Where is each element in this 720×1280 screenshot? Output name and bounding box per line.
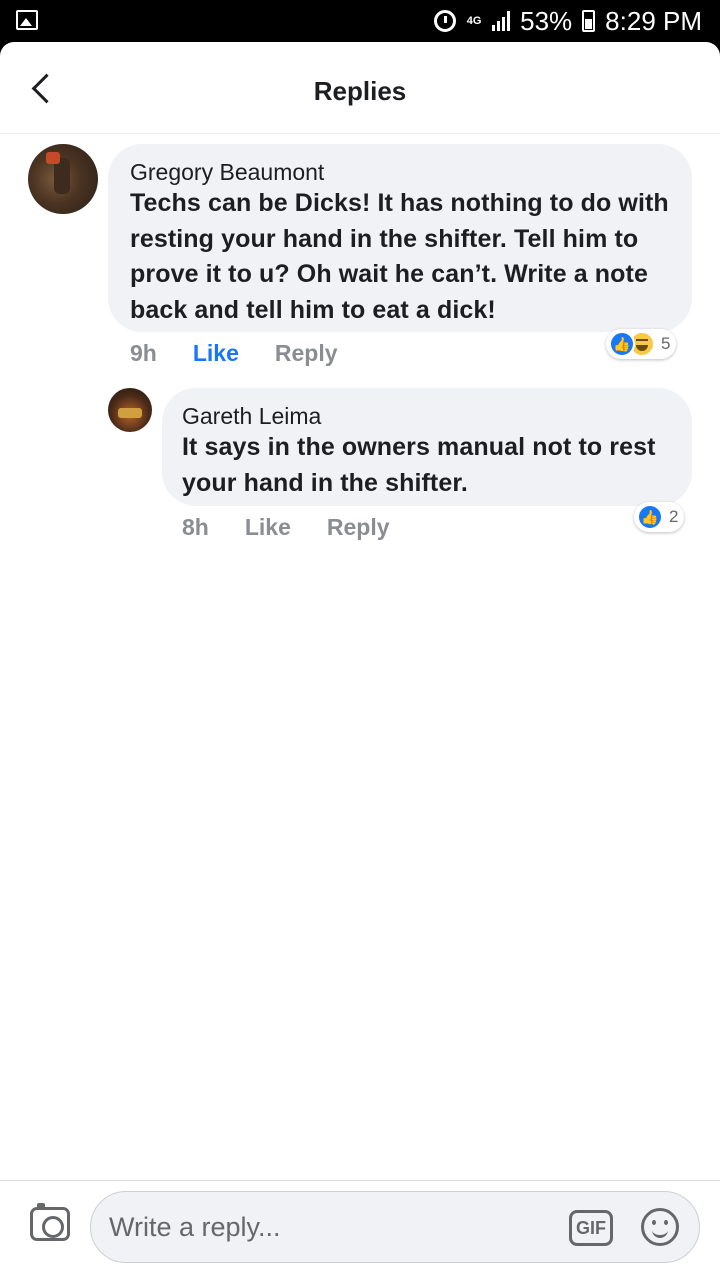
like-button[interactable]: Like (193, 340, 239, 367)
gif-button[interactable]: GIF (569, 1210, 613, 1246)
network-type: 4G (466, 15, 482, 27)
reply-button[interactable]: Reply (275, 340, 338, 367)
comment-time: 8h (182, 514, 209, 540)
like-icon: 👍 (637, 504, 663, 530)
header: Replies (0, 42, 720, 134)
like-button[interactable]: Like (245, 514, 291, 541)
gallery-notification-icon (16, 10, 38, 30)
reaction-count: 2 (669, 507, 679, 526)
reply-input[interactable] (109, 1192, 559, 1262)
like-icon: 👍 (609, 331, 635, 357)
reply-button[interactable]: Reply (327, 514, 390, 541)
reply-composer: GIF (0, 1180, 720, 1280)
comment-bubble: Gregory Beaumont Techs can be Dicks! It … (108, 144, 692, 332)
comment-time: 9h (130, 340, 157, 366)
clock: 8:29 PM (605, 5, 702, 36)
camera-icon[interactable] (30, 1203, 70, 1241)
emoji-icon[interactable] (641, 1208, 679, 1246)
reaction-count: 5 (661, 334, 671, 353)
battery-icon (582, 10, 596, 32)
avatar[interactable] (28, 144, 98, 214)
comment-actions: 9h Like Reply (130, 340, 338, 367)
page-title: Replies (313, 76, 407, 106)
avatar[interactable] (108, 388, 152, 432)
comment-text: Techs can be Dicks! It has nothing to do… (130, 189, 669, 324)
comment-author[interactable]: Gregory Beaumont (130, 158, 670, 186)
battery-percent: 53% (520, 5, 573, 36)
comment-text: It says in the owners manual not to rest… (182, 433, 656, 497)
comment-actions: 8h Like Reply (182, 514, 390, 541)
status-indicators: 4G 53% 8:29 PM (434, 6, 702, 36)
reply-input-wrapper: GIF (90, 1191, 700, 1263)
comment-bubble: Gareth Leima It says in the owners manua… (162, 388, 692, 506)
alarm-icon (434, 10, 457, 32)
replies-screen: Replies Gregory Beaumont Techs can be Di… (0, 42, 720, 1280)
reactions-summary[interactable]: 👍 5 (606, 329, 677, 359)
signal-icon (492, 11, 511, 31)
status-bar: 4G 53% 8:29 PM (0, 0, 720, 42)
comment-author[interactable]: Gareth Leima (182, 402, 672, 430)
reactions-summary[interactable]: 👍 2 (634, 502, 685, 532)
